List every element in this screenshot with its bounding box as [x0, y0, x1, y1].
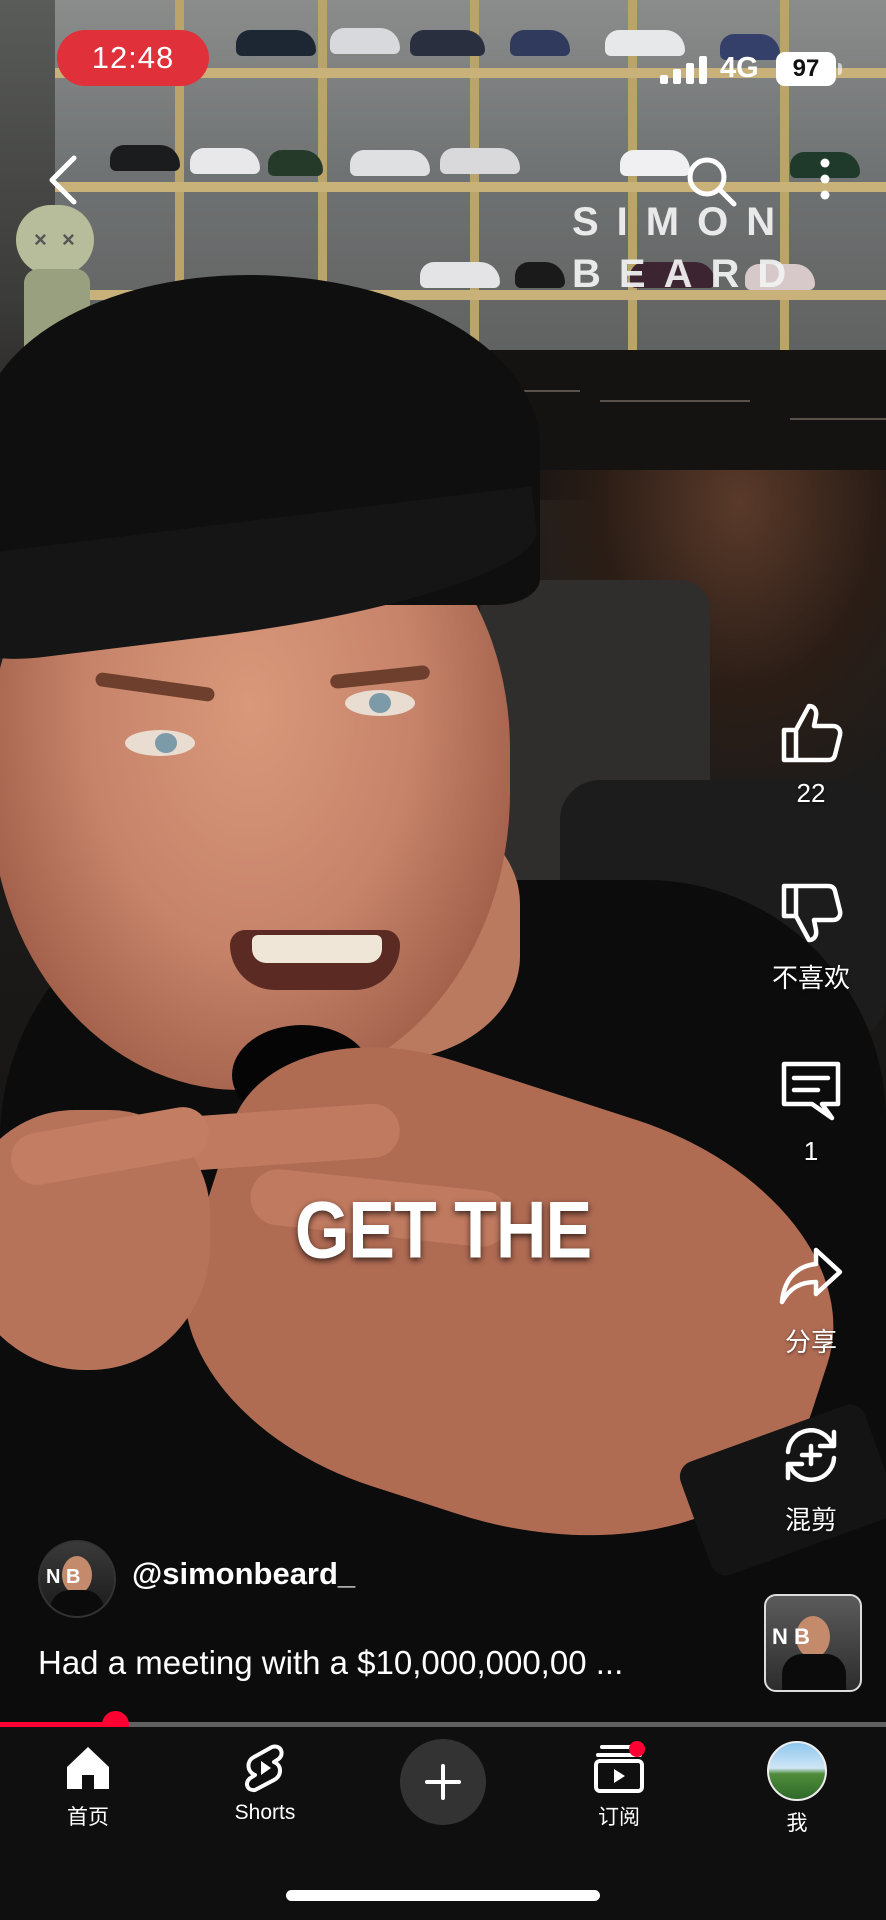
- dislike-label: 不喜欢: [771, 963, 850, 993]
- dislike-button[interactable]: 不喜欢: [760, 880, 862, 995]
- shorts-icon: [245, 1744, 284, 1793]
- like-button[interactable]: 22: [760, 700, 862, 809]
- comment-count: 1: [803, 1136, 819, 1166]
- search-button[interactable]: [682, 152, 742, 212]
- thumbnail-letters: N B: [772, 1624, 810, 1649]
- channel-avatar[interactable]: N B: [38, 1540, 116, 1618]
- status-time[interactable]: 12:48: [57, 30, 209, 86]
- battery-indicator: 97: [776, 52, 842, 86]
- remix-icon: [785, 1428, 837, 1482]
- more-options-button[interactable]: [810, 155, 840, 205]
- nav-home-label: 首页: [67, 1806, 109, 1829]
- plus-icon: [425, 1764, 461, 1800]
- nav-subscriptions[interactable]: 订阅: [549, 1741, 689, 1831]
- comments-button[interactable]: 1: [760, 1058, 862, 1167]
- subscriptions-notification-dot: [629, 1741, 645, 1757]
- back-button[interactable]: [42, 150, 88, 210]
- network-type: 4G: [720, 52, 759, 84]
- avatar-letters: N B: [46, 1566, 81, 1588]
- home-icon: [67, 1747, 109, 1789]
- remix-label: 混剪: [784, 1505, 837, 1535]
- nav-subscriptions-label: 订阅: [598, 1806, 640, 1829]
- share-button[interactable]: 分享: [760, 1244, 862, 1359]
- nav-shorts[interactable]: Shorts: [195, 1741, 335, 1825]
- sound-thumbnail[interactable]: N B: [764, 1594, 862, 1692]
- nav-me-label: 我: [786, 1812, 808, 1835]
- create-button[interactable]: [400, 1739, 486, 1825]
- comment-icon: [781, 1061, 841, 1121]
- share-icon: [779, 1247, 843, 1305]
- profile-avatar: [767, 1741, 827, 1801]
- nav-shorts-label: Shorts: [234, 1801, 296, 1824]
- chevron-left-icon: [49, 155, 77, 205]
- nav-me[interactable]: 我: [727, 1741, 867, 1837]
- home-indicator[interactable]: [286, 1890, 600, 1901]
- video-caption: GET THE: [294, 1185, 592, 1275]
- shorts-player-screen: × × GET THE 12:48 4G 97 SIMON BEARD 22 不…: [0, 0, 886, 1920]
- watermark-line-2: BEARD: [572, 252, 805, 296]
- search-icon: [687, 157, 737, 207]
- thumbs-up-icon: [781, 703, 843, 763]
- remix-button[interactable]: 混剪: [760, 1422, 862, 1537]
- nav-home[interactable]: 首页: [18, 1741, 158, 1831]
- more-vertical-icon: [820, 158, 830, 200]
- channel-handle[interactable]: @simonbeard_: [132, 1556, 355, 1592]
- thumbs-down-icon: [781, 883, 843, 943]
- share-label: 分享: [784, 1327, 837, 1357]
- like-count: 22: [796, 778, 826, 808]
- signal-strength-icon: [660, 54, 708, 84]
- video-description[interactable]: Had a meeting with a $10,000,000,00 ...: [38, 1644, 738, 1682]
